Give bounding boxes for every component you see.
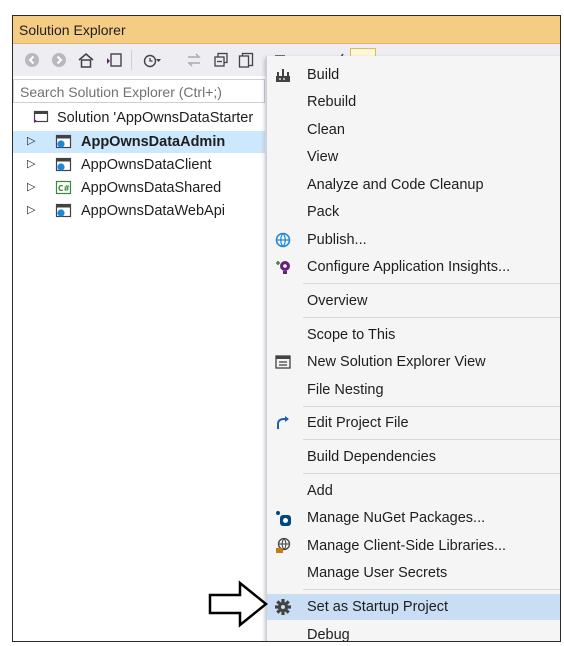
pending-changes-filter-icon[interactable] xyxy=(141,49,163,71)
tree-node-project-client[interactable]: ▷ AppOwnsDataClient xyxy=(13,154,265,176)
menu-separator xyxy=(303,406,560,407)
insights-bulb-icon xyxy=(273,258,293,276)
menu-item-user-secrets[interactable]: Manage User Secrets xyxy=(267,560,560,586)
tree-node-project-admin[interactable]: ▷ AppOwnsDataAdmin xyxy=(13,131,265,153)
back-icon[interactable] xyxy=(21,49,43,71)
web-project-icon xyxy=(55,157,72,172)
solution-icon xyxy=(33,110,49,125)
menu-item-view[interactable]: View xyxy=(267,144,560,170)
client-libraries-icon xyxy=(273,537,293,555)
web-project-icon xyxy=(55,134,72,149)
tree-node-solution[interactable]: Solution 'AppOwnsDataStarter xyxy=(13,107,265,129)
menu-item-scope-to-this[interactable]: Scope to This xyxy=(267,322,560,348)
menu-item-configure-insights[interactable]: Configure Application Insights... xyxy=(267,254,560,280)
project-label: AppOwnsDataWebApi xyxy=(81,203,226,219)
publish-globe-icon xyxy=(273,231,293,249)
search-placeholder: Search Solution Explorer (Ctrl+;) xyxy=(20,84,222,100)
menu-separator xyxy=(303,317,560,318)
solution-explorer-window: Solution Explorer Search Solution Explor… xyxy=(12,15,561,642)
search-input[interactable]: Search Solution Explorer (Ctrl+;) xyxy=(13,79,265,103)
show-all-files-icon[interactable] xyxy=(235,49,257,71)
tree-node-project-shared[interactable]: ▷ C# AppOwnsDataShared xyxy=(13,177,265,199)
sync-with-document-icon[interactable] xyxy=(183,49,205,71)
menu-item-overview[interactable]: Overview xyxy=(267,288,560,314)
new-view-icon xyxy=(273,353,293,371)
menu-item-pack[interactable]: Pack xyxy=(267,199,560,225)
collapse-all-icon[interactable] xyxy=(210,49,232,71)
menu-separator xyxy=(303,473,560,474)
expand-arrow-icon[interactable]: ▷ xyxy=(27,203,35,216)
project-context-menu: Build Rebuild Clean View Analyze and Cod… xyxy=(266,56,560,641)
gear-icon xyxy=(273,598,293,616)
menu-item-new-explorer-view[interactable]: New Solution Explorer View xyxy=(267,349,560,375)
switch-views-icon[interactable] xyxy=(103,49,125,71)
menu-item-clean[interactable]: Clean xyxy=(267,117,560,143)
menu-item-build-dependencies[interactable]: Build Dependencies xyxy=(267,444,560,470)
project-label: AppOwnsDataShared xyxy=(81,180,222,196)
project-label: AppOwnsDataClient xyxy=(81,157,212,173)
svg-text:C#: C# xyxy=(58,184,70,193)
solution-label: Solution 'AppOwnsDataStarter xyxy=(57,110,254,126)
web-project-icon xyxy=(55,203,72,218)
menu-item-file-nesting[interactable]: File Nesting xyxy=(267,377,560,403)
project-label: AppOwnsDataAdmin xyxy=(81,134,226,150)
tree-node-project-webapi[interactable]: ▷ AppOwnsDataWebApi xyxy=(13,200,265,222)
menu-separator xyxy=(303,283,560,284)
nuget-icon xyxy=(273,509,293,527)
window-title: Solution Explorer xyxy=(19,22,126,38)
menu-item-publish[interactable]: Publish... xyxy=(267,227,560,253)
expand-arrow-icon[interactable]: ▷ xyxy=(27,134,35,147)
expand-arrow-icon[interactable]: ▷ xyxy=(27,180,35,193)
menu-item-set-startup-project[interactable]: Set as Startup Project xyxy=(267,594,560,620)
csharp-project-icon: C# xyxy=(55,180,72,195)
callout-arrow-icon xyxy=(208,580,268,628)
menu-item-edit-project-file[interactable]: Edit Project File xyxy=(267,410,560,436)
edit-project-arrow-icon xyxy=(273,414,293,432)
menu-item-build[interactable]: Build xyxy=(267,62,560,88)
menu-item-debug[interactable]: Debug xyxy=(267,622,560,641)
home-icon[interactable] xyxy=(75,49,97,71)
expand-arrow-icon[interactable]: ▷ xyxy=(27,157,35,170)
menu-separator xyxy=(303,589,560,590)
menu-item-manage-nuget[interactable]: Manage NuGet Packages... xyxy=(267,505,560,531)
menu-item-analyze[interactable]: Analyze and Code Cleanup xyxy=(267,172,560,198)
title-bar: Solution Explorer xyxy=(13,16,560,44)
menu-separator xyxy=(303,439,560,440)
build-icon xyxy=(273,66,293,84)
menu-item-rebuild[interactable]: Rebuild xyxy=(267,89,560,115)
menu-item-client-libraries[interactable]: Manage Client-Side Libraries... xyxy=(267,533,560,559)
forward-icon[interactable] xyxy=(48,49,70,71)
menu-item-add[interactable]: Add xyxy=(267,478,560,504)
